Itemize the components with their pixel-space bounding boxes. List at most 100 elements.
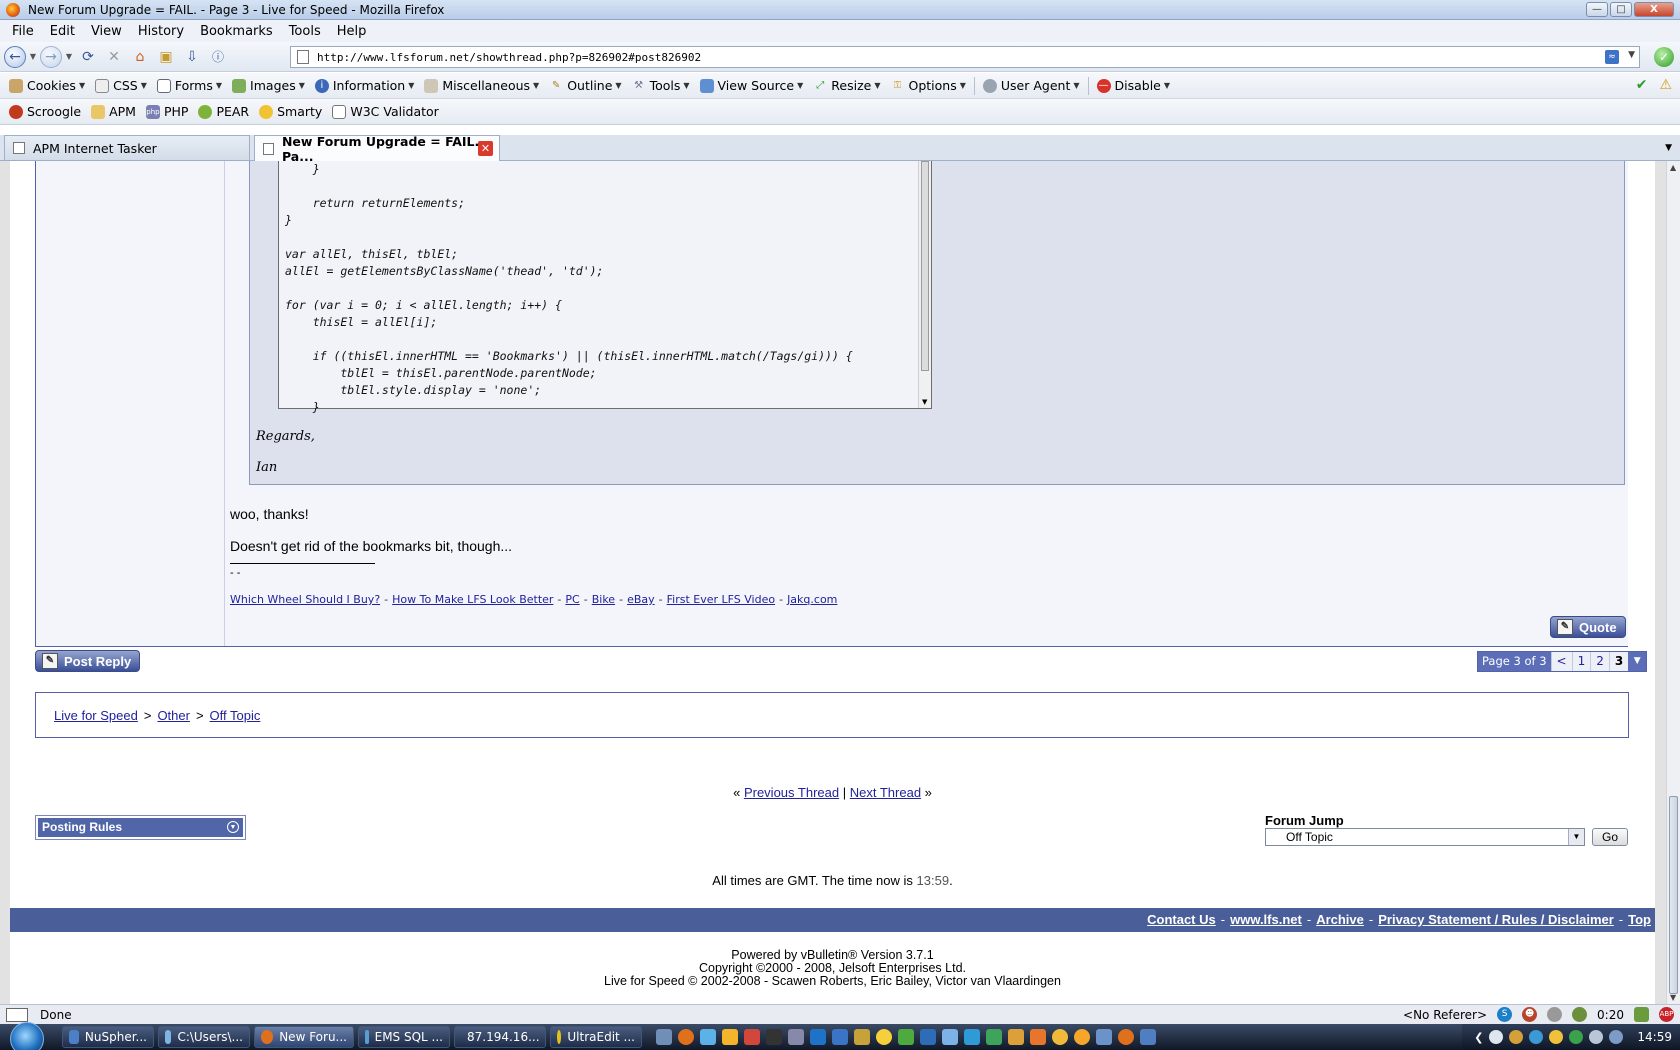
back-button[interactable]: ← (4, 45, 26, 68)
menu-history[interactable]: History (130, 24, 192, 39)
sig-link-first-lfs-video[interactable]: First Ever LFS Video (667, 593, 775, 606)
scroll-up-arrow-icon[interactable]: ▲ (1670, 163, 1676, 172)
menu-bookmarks[interactable]: Bookmarks (192, 24, 281, 39)
tray-icon[interactable] (1549, 1030, 1564, 1044)
quicklaunch-icon[interactable] (964, 1029, 980, 1045)
devbar-resize[interactable]: ⤢ Resize ▼ (808, 78, 885, 93)
breadcrumb-off-topic[interactable]: Off Topic (210, 708, 261, 723)
next-thread-link[interactable]: Next Thread (850, 785, 921, 800)
quicklaunch-icon[interactable] (1030, 1029, 1046, 1045)
quicklaunch-icon[interactable] (766, 1029, 782, 1045)
sig-link-bike[interactable]: Bike (592, 593, 615, 606)
reload-icon[interactable]: ⟳ (76, 46, 100, 68)
forum-jump-go-button[interactable]: Go (1592, 828, 1628, 846)
quicklaunch-icon[interactable] (986, 1029, 1002, 1045)
home-icon[interactable]: ⌂ (128, 46, 152, 68)
go-check-icon[interactable]: ✓ (1654, 47, 1674, 67)
footer-contact-us[interactable]: Contact Us (1147, 912, 1216, 927)
tray-icon[interactable] (1529, 1030, 1544, 1044)
taskbar-clock[interactable]: 14:59 (1637, 1030, 1672, 1044)
stop-icon[interactable]: ✕ (102, 46, 126, 68)
info-icon[interactable]: ⓘ (206, 46, 230, 68)
quicklaunch-icon[interactable] (1118, 1029, 1134, 1045)
devbar-miscellaneous[interactable]: Miscellaneous ▼ (419, 78, 544, 93)
tray-icon[interactable] (1569, 1030, 1584, 1044)
sig-link-which-wheel[interactable]: Which Wheel Should I Buy? (230, 593, 380, 606)
devbar-tools[interactable]: ⚒ Tools ▼ (627, 78, 695, 93)
bookmark-php[interactable]: php PHP (141, 104, 193, 119)
devbar-information[interactable]: i Information ▼ (310, 78, 420, 93)
footer-archive[interactable]: Archive (1316, 912, 1364, 927)
sig-link-ebay[interactable]: eBay (627, 593, 655, 606)
page-scrollbar-thumb[interactable] (1669, 796, 1678, 994)
bookmark-w3c-validator[interactable]: W3C Validator (327, 104, 443, 119)
devbar-options[interactable]: ⚿ Options ▼ (885, 78, 970, 93)
post-reply-button[interactable]: ✎ Post Reply (35, 650, 141, 672)
minimize-button[interactable]: — (1586, 2, 1608, 17)
task-firefox[interactable]: New Foru... (254, 1026, 354, 1048)
sig-link-jakq[interactable]: Jakq.com (787, 593, 837, 606)
footer-lfs-net[interactable]: www.lfs.net (1230, 912, 1302, 927)
posting-rules-panel[interactable]: Posting Rules ▼ (35, 815, 246, 840)
task-explorer[interactable]: C:\Users\... (158, 1026, 250, 1048)
code-scrollbar[interactable]: ▼ (918, 161, 931, 408)
task-remote-desktop[interactable]: 87.194.16... (454, 1026, 546, 1048)
previous-thread-link[interactable]: Previous Thread (744, 785, 839, 800)
quicklaunch-icon[interactable] (876, 1029, 892, 1045)
quicklaunch-icon[interactable] (1096, 1029, 1112, 1045)
devbar-user-agent[interactable]: User Agent ▼ (978, 78, 1085, 93)
sig-link-pc[interactable]: PC (565, 593, 579, 606)
collapse-icon[interactable]: ▼ (227, 821, 239, 833)
task-ems-sql[interactable]: EMS SQL ... (358, 1026, 450, 1048)
task-ultraedit[interactable]: UltraEdit ... (550, 1026, 642, 1048)
devbar-cookies[interactable]: Cookies ▼ (4, 78, 90, 93)
validation-ok-icon[interactable]: ✔ (1636, 77, 1648, 93)
address-bar[interactable]: http://www.lfsforum.net/showthread.php?p… (290, 46, 1640, 68)
devbar-outline[interactable]: ✎ Outline ▼ (544, 78, 626, 93)
quicklaunch-icon[interactable] (656, 1029, 672, 1045)
menu-tools[interactable]: Tools (281, 24, 329, 39)
pager-menu-dropdown-icon[interactable]: ▼ (1628, 652, 1647, 671)
quicklaunch-icon[interactable] (854, 1029, 870, 1045)
quote-button[interactable]: ✎ Quote (1550, 616, 1626, 638)
tray-icon[interactable] (1489, 1030, 1504, 1044)
greasemonkey-icon[interactable]: ☻ (1522, 1007, 1538, 1022)
warning-icon[interactable]: ⚠ (1659, 77, 1672, 93)
bookmark-apm[interactable]: APM (86, 104, 141, 119)
breadcrumb-other[interactable]: Other (157, 708, 190, 723)
bookmark-pear[interactable]: PEAR (193, 104, 254, 119)
quicklaunch-icon[interactable] (1140, 1029, 1156, 1045)
quicklaunch-icon[interactable] (920, 1029, 936, 1045)
quicklaunch-icon[interactable] (942, 1029, 958, 1045)
close-button[interactable]: X (1634, 2, 1674, 17)
bookmark-manager-icon[interactable]: ▣ (154, 46, 178, 68)
code-scrollbar-thumb[interactable] (921, 161, 929, 371)
devbar-view-source[interactable]: View Source ▼ (695, 78, 809, 93)
bookmark-smarty[interactable]: Smarty (254, 104, 327, 119)
pager-prev[interactable]: < (1550, 652, 1572, 671)
menu-file[interactable]: File (4, 24, 42, 39)
address-url[interactable]: http://www.lfsforum.net/showthread.php?p… (317, 51, 701, 64)
footer-privacy-rules[interactable]: Privacy Statement / Rules / Disclaimer (1378, 912, 1614, 927)
forward-history-dropdown[interactable]: ▼ (64, 46, 74, 68)
bookmark-scroogle[interactable]: Scroogle (4, 104, 86, 119)
url-history-dropdown-icon[interactable]: ▼ (1628, 50, 1635, 60)
maximize-button[interactable]: □ (1610, 2, 1632, 17)
forward-button[interactable]: → (40, 45, 62, 68)
quicklaunch-icon[interactable] (1052, 1029, 1068, 1045)
sig-link-lfs-look-better[interactable]: How To Make LFS Look Better (392, 593, 553, 606)
breadcrumb-live-for-speed[interactable]: Live for Speed (54, 708, 138, 723)
quicklaunch-icon[interactable] (1074, 1029, 1090, 1045)
quicklaunch-icon[interactable] (810, 1029, 826, 1045)
start-button-icon[interactable] (10, 1022, 44, 1050)
tab-new-forum-upgrade[interactable]: New Forum Upgrade = FAIL. - Pa... ✕ (254, 134, 500, 164)
back-history-dropdown[interactable]: ▼ (28, 46, 38, 68)
devbar-css[interactable]: CSS ▼ (90, 78, 152, 93)
quicklaunch-icon[interactable] (700, 1029, 716, 1045)
adblock-icon[interactable]: ABP (1659, 1007, 1674, 1022)
menu-view[interactable]: View (83, 24, 130, 39)
tray-expand-icon[interactable]: ❮ (1474, 1031, 1483, 1044)
chevron-down-icon[interactable]: ▼ (1568, 829, 1584, 845)
footer-top[interactable]: Top (1628, 912, 1651, 927)
menu-help[interactable]: Help (329, 24, 375, 39)
